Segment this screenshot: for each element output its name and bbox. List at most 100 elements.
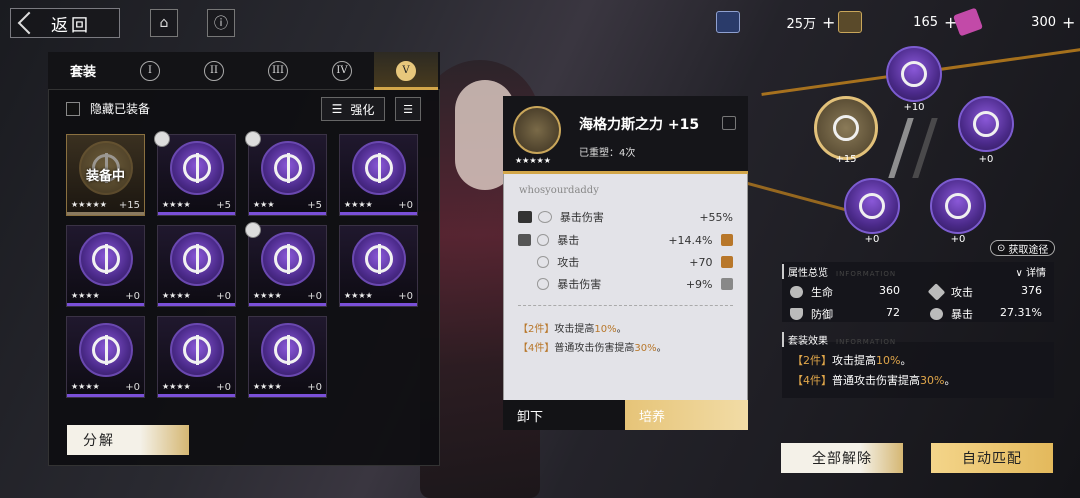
helmet-emblem-icon [352, 141, 406, 195]
back-label: 返回 [51, 15, 91, 36]
get-path-button[interactable]: ⊙ 获取途径 [990, 240, 1056, 256]
lock-icon[interactable] [722, 116, 736, 130]
card-level: +0 [398, 200, 413, 211]
card-stars: ★★★★ [162, 291, 191, 300]
shield-icon [790, 308, 803, 320]
tab-set-5[interactable]: V [374, 51, 438, 90]
attr-name: 防御 [811, 308, 833, 321]
set-effect-panel [782, 342, 1054, 398]
tab-set-2[interactable]: II [182, 52, 246, 90]
attr-hp: 生命 [790, 284, 833, 300]
equipment-card[interactable]: ★★★★ +0 [157, 225, 236, 307]
attr-name: 攻击 [951, 286, 973, 299]
rarity-bar [249, 303, 326, 306]
hide-equipped-toggle[interactable]: 隐藏已装备 [66, 100, 150, 117]
equipment-card[interactable]: ★★★★ +0 [339, 225, 418, 307]
stat-row: 暴击伤害 +55% [518, 208, 733, 226]
stat-row: 攻击 +70 [518, 253, 733, 271]
tab-set-4[interactable]: IV [310, 52, 374, 90]
rarity-bar [340, 303, 417, 306]
details-label: 详情 [1026, 268, 1046, 279]
add-gold-button[interactable]: + [822, 13, 835, 32]
currency-value: 165 [913, 14, 938, 30]
set-key: 【2件】 [518, 324, 555, 335]
home-button[interactable]: ⌂ [150, 9, 178, 37]
set-effect-2: 【2件】攻击提高10%。 [518, 320, 627, 335]
card-level: +0 [307, 291, 322, 302]
equip-slot-2[interactable] [814, 96, 878, 160]
filter-search-icon: ☰ [403, 102, 413, 116]
unequip-button[interactable]: 卸下 [503, 400, 626, 430]
item-name: 海格力斯之力 +15 [579, 117, 700, 133]
equipment-card[interactable]: ★★★★ +0 [248, 316, 327, 398]
stat-value: +14.4% [668, 233, 713, 247]
decompose-button[interactable]: 分解 [67, 425, 189, 455]
back-button[interactable]: 返回 [10, 8, 120, 38]
ticket-icon [952, 7, 984, 37]
decompose-label: 分解 [83, 433, 115, 449]
enhance-label: 强化 [350, 102, 375, 117]
auto-match-button[interactable]: 自动匹配 [931, 443, 1053, 473]
helmet-emblem-icon [973, 111, 999, 137]
stat-row: 暴击伤害 +9% [518, 275, 733, 293]
attr-name: 生命 [811, 286, 833, 299]
equipment-card[interactable]: ★★★★ +0 [245, 222, 327, 307]
info-button[interactable]: ⓘ [207, 9, 235, 37]
equipment-card[interactable]: ★★★★ +0 [66, 316, 145, 398]
trait-icon [720, 256, 733, 268]
rarity-bar [340, 212, 417, 215]
equip-slot-3[interactable] [958, 96, 1014, 152]
card-level: +5 [216, 200, 231, 211]
train-button[interactable]: 培养 [625, 400, 748, 430]
remove-all-button[interactable]: 全部解除 [781, 443, 903, 473]
set-value: 10% [594, 324, 617, 335]
attribute-title-label: 属性总览 [788, 268, 828, 279]
equipment-card[interactable]: ★★★★ +0 [157, 316, 236, 398]
crit-damage-icon [537, 211, 552, 223]
owner-avatar [245, 222, 261, 238]
attr-value: 27.31% [1000, 306, 1042, 319]
currency-value: 300 [1031, 14, 1056, 30]
attr-value: 360 [879, 284, 900, 297]
equipment-card[interactable]: ★★★★ +5 [154, 131, 236, 216]
owner-avatar [154, 131, 170, 147]
item-detail-header: ★★★★★ 海格力斯之力 +15 已重塑：4次 [503, 96, 748, 174]
equipped-badge: 装备中 [85, 169, 125, 184]
set-end: 。 [656, 343, 667, 354]
equip-slot-4[interactable] [844, 178, 900, 234]
tab-set-3[interactable]: III [246, 52, 310, 90]
filter-button[interactable]: ☰ [395, 97, 421, 121]
background-stripe [741, 180, 859, 215]
card-stars: ★★★ [253, 200, 275, 209]
coin-ring-icon [716, 11, 740, 33]
rarity-bar [158, 212, 235, 215]
tabs-title: 套装 [69, 65, 96, 80]
stat-row: 暴击 +14.4% [518, 231, 733, 249]
set-end: 。 [944, 374, 956, 387]
stat-name: 暴击伤害 [559, 211, 604, 224]
train-label: 培养 [639, 409, 666, 425]
enhance-button[interactable]: ☰ 强化 [321, 97, 385, 121]
equipment-card[interactable]: ★★★ +5 [245, 131, 327, 216]
attr-def: 防御 [790, 306, 833, 322]
ghost-label: INFORMATION [836, 270, 897, 278]
equip-slot-5[interactable] [930, 178, 986, 234]
main-stat-icon [518, 211, 532, 223]
add-ticket-button[interactable]: + [1062, 13, 1075, 32]
set-text: 攻击提高 [832, 354, 876, 367]
set-logo [888, 118, 938, 178]
equipment-card[interactable]: ★★★★ +0 [66, 225, 145, 307]
attr-name: 暴击 [951, 308, 973, 321]
tab-set-1[interactable]: I [118, 52, 182, 90]
equipment-card[interactable]: ★★★★ +0 [339, 134, 418, 216]
equipment-card[interactable]: 装备中 ★★★★★ +15 [66, 134, 145, 216]
helmet-emblem-icon [261, 232, 315, 286]
set-end: 。 [616, 324, 627, 335]
set-text: 普通攻击伤害提高 [554, 343, 635, 354]
details-button[interactable]: ∨ 详情 [1015, 264, 1046, 279]
checkbox[interactable] [66, 101, 80, 116]
card-level: +15 [118, 200, 140, 211]
helmet-emblem-icon [170, 141, 224, 195]
equip-slot-1[interactable] [886, 46, 942, 102]
stat-value: +70 [689, 255, 713, 269]
